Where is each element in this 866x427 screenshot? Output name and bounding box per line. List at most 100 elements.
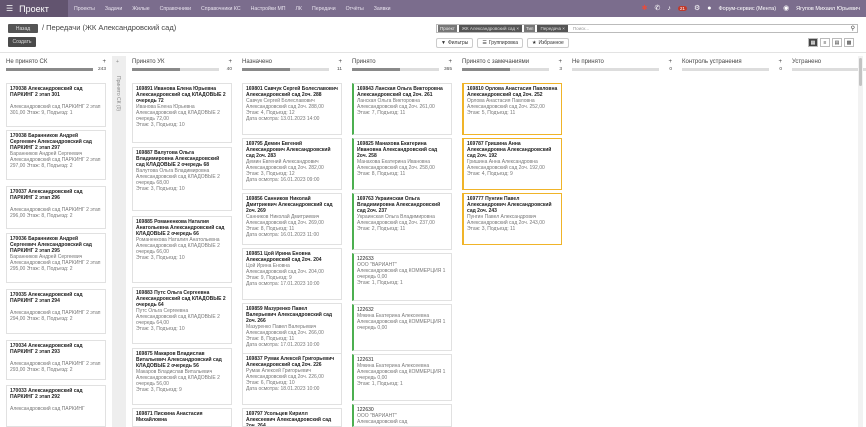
progress-fill (462, 68, 510, 71)
card-detail: Александровский сад КЛАДОВЫЕ 2 очередь 5… (136, 375, 220, 387)
top-menu-item[interactable]: ЛК (296, 6, 302, 12)
kanban-card[interactable]: 169801 Савчук Сергей Болеславович Алекса… (242, 83, 342, 135)
filters-button[interactable]: ▼ Фильтры (436, 38, 474, 48)
kanban-card[interactable]: 170035 Александровский сад ПАРКИНГ 2 эта… (6, 289, 106, 334)
filter-facet-label: Тип (523, 25, 536, 32)
list-view-icon[interactable]: ≡ (820, 38, 830, 47)
add-card-icon[interactable]: + (558, 59, 562, 65)
kanban-card[interactable]: 170033 Александровский сад ПАРКИНГ 2 эта… (6, 385, 106, 427)
kanban-card[interactable]: 170036 Баранников Андрей Сергеевич Алекс… (6, 233, 106, 283)
kanban-card[interactable]: 169887 Валутова Ольга Владимировна Алекс… (132, 147, 232, 211)
top-menu-item[interactable]: Настройки МП (251, 6, 286, 12)
grid-view-icon[interactable]: ▩ (844, 38, 854, 47)
kanban-card[interactable]: 169763 Украинская Ольга Владимировна Але… (352, 193, 452, 250)
chat-icon[interactable]: ● (707, 5, 711, 12)
add-card-icon[interactable]: + (448, 59, 452, 65)
column-title: Не принято (572, 58, 604, 65)
column-progress: 3 (460, 67, 564, 72)
column-count: 11 (337, 67, 342, 72)
column-title: Назначено (242, 58, 272, 65)
column-title: Не принято СК (6, 58, 48, 65)
column-progress (790, 67, 866, 72)
collapsed-column-toggle[interactable]: + (116, 59, 119, 65)
column-header: Не принято СК + (4, 56, 108, 67)
top-menu-item[interactable]: Передачи (312, 6, 336, 12)
top-menu-item[interactable]: Отчёты (346, 6, 364, 12)
kanban-card[interactable]: 169885 Романенкова Наталия Анатольевна А… (132, 216, 232, 283)
card-detail: Александровский сад 2оч. 252,00 Этаж: 5,… (467, 104, 545, 116)
search-input[interactable]: Поиск... (573, 26, 589, 31)
card-title: 169797 Усольцев Кирилл Алексеевич Алекса… (246, 411, 332, 427)
user-name[interactable]: Ягупов Михаил Юрьевич (796, 6, 860, 12)
back-button[interactable]: Назад (8, 24, 38, 33)
column-count: 40 (226, 67, 232, 72)
kanban-card[interactable]: 169859 Мазуренко Павел Валерьевич Алекса… (242, 303, 342, 355)
kanban-card[interactable]: 169843 Ланская Ольга Викторовна Александ… (352, 83, 452, 135)
phone-icon[interactable]: ✆ (655, 5, 661, 12)
kanban-card[interactable]: 122633 ООО "ВАРИАНТ" Александровский сад К… (352, 253, 452, 301)
search-icon[interactable]: ⚲ (851, 25, 857, 32)
gear-icon[interactable]: ⚙ (694, 5, 700, 12)
menu-icon[interactable]: ☰ (6, 4, 13, 13)
filter-icon: ▼ (441, 40, 446, 46)
top-menu-item[interactable]: Жилые (132, 6, 149, 12)
card-detail: Александровский сад ПАРКИНГ 2 этап 294,0… (10, 310, 101, 322)
calendar-view-icon[interactable]: ▤ (832, 38, 842, 47)
bug-icon[interactable]: ✱ (642, 5, 648, 12)
top-menu-item[interactable]: Проекты (74, 6, 95, 12)
card-title: 170037 Александровский сад ПАРКИНГ 2 эта… (10, 189, 83, 201)
group-button[interactable]: ☰ Группировка (477, 38, 523, 48)
kanban-card[interactable]: 169871 Пискина Анастасия Михайловна (132, 408, 232, 427)
add-card-icon[interactable]: + (228, 59, 232, 65)
bell-icon[interactable]: ♪ (667, 5, 671, 12)
kanban-card[interactable]: 169810 Орлова Анастасия Павловна Алексан… (462, 83, 562, 135)
kanban-card[interactable]: 170038 Александровский сад ПАРКИНГ 2 эта… (6, 83, 106, 127)
column-progress: 40 (130, 67, 234, 72)
avatar[interactable]: ◉ (783, 5, 789, 12)
column-count: 243 (97, 67, 106, 72)
board-scrollbar[interactable] (858, 56, 863, 427)
filter-facet-project[interactable]: ЖК Александровский сад × (458, 25, 522, 32)
brand[interactable]: ☰ Проект (0, 0, 68, 17)
kanban-card[interactable]: 169795 Демин Евгений Александрович Алекс… (242, 138, 342, 190)
top-menu-item[interactable]: Справочники (160, 6, 191, 12)
add-card-icon[interactable]: + (668, 59, 672, 65)
kanban-card[interactable]: 169891 Иванова Елена Юрьевна Александров… (132, 83, 232, 143)
kanban-card[interactable]: 170034 Александровский сад ПАРКИНГ 2 эта… (6, 340, 106, 380)
card-title: 169871 Пискина Анастасия Михайловна (136, 411, 203, 423)
collapsed-column[interactable]: + Принято СК (0) (112, 56, 126, 427)
kanban-card[interactable]: 169875 Макаров Владислав Витальевич Алек… (132, 348, 232, 405)
kanban-card[interactable]: 170038 Баранников Андрей Сергеевич Алекс… (6, 130, 106, 180)
kanban-card[interactable]: 169851 Цой Ирина Еновна Александровский … (242, 248, 342, 300)
create-button[interactable]: Создать (8, 37, 36, 47)
kanban-card[interactable]: 170037 Александровский сад ПАРКИНГ 2 эта… (6, 186, 106, 229)
top-menu-item[interactable]: Справочники КС (201, 6, 241, 12)
top-menu-item[interactable]: Заявки (374, 6, 391, 12)
favorites-button[interactable]: ★ Избранное (526, 38, 569, 48)
kanban-view-icon[interactable]: ▦ (808, 38, 818, 47)
forum-link[interactable]: Форум-сервис (Мента) (718, 6, 776, 12)
kanban-card[interactable]: 169883 Путс Ольга Сергеевна Александровс… (132, 287, 232, 344)
kanban-card[interactable]: 122630 ООО "ВАРИАНТ" Александровский сад (352, 404, 452, 427)
search-bar[interactable]: Проект ЖК Александровский сад × Тип Пере… (436, 24, 858, 33)
add-card-icon[interactable]: + (102, 59, 106, 65)
card-detail: Этаж: 3, Подъезд: 10 (136, 326, 185, 332)
kanban-card[interactable]: 122632 Мякина Екатерина Алексеевна Алексан… (352, 304, 452, 351)
column-header: Принято с замечаниями + (460, 56, 564, 67)
card-detail: Этаж: 3, Подъезд: 10 (136, 122, 185, 128)
top-menu-item[interactable]: Задачи (105, 6, 122, 12)
kanban-card[interactable]: 169777 Пунгин Павел Александрович Алекса… (462, 193, 562, 245)
kanban-card[interactable]: 169797 Усольцев Кирилл Алексеевич Алекса… (242, 408, 342, 427)
notification-badge: 21 (677, 6, 687, 11)
kanban-card[interactable]: 169856 Санников Николай Дмитриевич Алекс… (242, 193, 342, 245)
kanban-card[interactable]: 122631 Мякина Екатерина Алексеевна Алексан… (352, 354, 452, 401)
scrollbar-thumb[interactable] (859, 58, 862, 86)
add-card-icon[interactable]: + (778, 59, 782, 65)
kanban-card[interactable]: 169825 Манахова Екатерина Ивановна Алекс… (352, 138, 452, 190)
add-card-icon[interactable]: + (338, 59, 342, 65)
top-right-tools: ✱ ✆ ♪ 21 ⚙ ● Форум-сервис (Мента) ◉ Ягуп… (642, 5, 866, 12)
filter-facet-type[interactable]: Передача × (537, 25, 568, 32)
card-title: 169795 Демин Евгений Александрович Алекс… (246, 141, 331, 159)
kanban-card[interactable]: 169837 Румак Алексей Григорьевич Алексан… (242, 353, 342, 405)
kanban-card[interactable]: 169787 Гришина Анна Александровна Алекса… (462, 138, 562, 190)
